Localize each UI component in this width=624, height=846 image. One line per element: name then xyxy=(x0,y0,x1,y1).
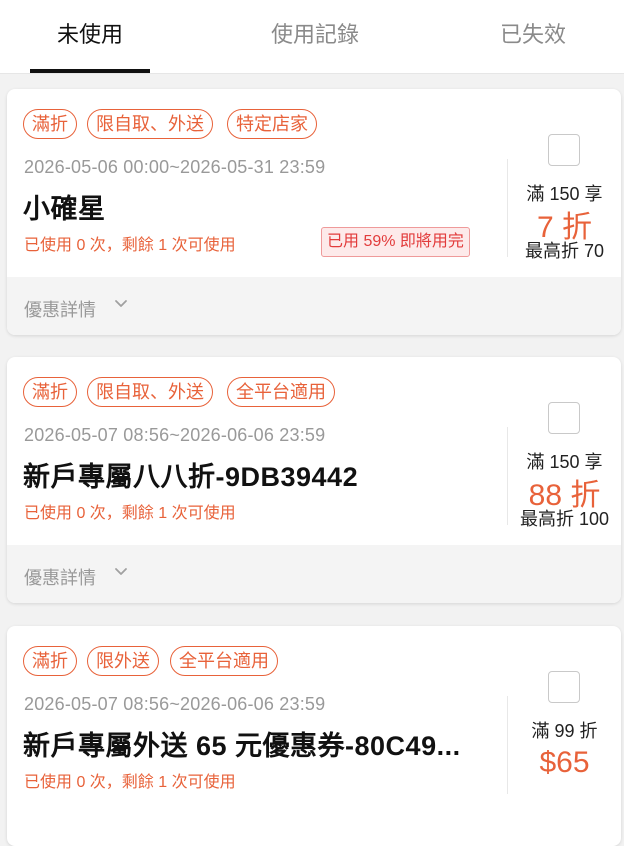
coupon-tag: 全平台適用 xyxy=(170,646,278,676)
chevron-down-icon xyxy=(115,568,127,575)
coupon-checkbox[interactable] xyxy=(548,134,580,166)
coupon-title: 新戶專屬外送 65 元優惠券-80C49... xyxy=(23,731,461,761)
coupon-card[interactable]: 滿折 限自取、外送 全平台適用 2026-05-07 08:56~2026-06… xyxy=(7,357,621,603)
active-tab-indicator xyxy=(30,69,150,73)
coupon-validity: 2026-05-07 08:56~2026-06-06 23:59 xyxy=(24,694,326,714)
coupon-tag: 滿折 xyxy=(23,646,77,676)
coupon-tag: 滿折 xyxy=(23,109,77,139)
chevron-down-icon xyxy=(115,300,127,307)
coupon-validity: 2026-05-06 00:00~2026-05-31 23:59 xyxy=(24,157,326,177)
coupon-tag: 限自取、外送 xyxy=(87,377,213,407)
coupon-usage: 已使用 0 次，剩餘 1 次可使用 xyxy=(24,774,236,791)
usage-warning-badge: 已用 59% 即將用完 xyxy=(321,227,470,257)
tab-expired[interactable]: 已失效 xyxy=(470,0,596,72)
coupon-checkbox[interactable] xyxy=(548,671,580,703)
details-label: 優惠詳情 xyxy=(24,300,96,320)
coupon-card[interactable]: 滿折 限外送 全平台適用 2026-05-07 08:56~2026-06-06… xyxy=(7,626,621,846)
coupon-title: 小確星 xyxy=(23,194,106,224)
coupon-tag: 限外送 xyxy=(87,646,159,676)
coupon-tag: 特定店家 xyxy=(227,109,317,139)
coupon-checkbox[interactable] xyxy=(548,402,580,434)
coupon-usage: 已使用 0 次，剩餘 1 次可使用 xyxy=(24,237,236,254)
coupon-tag: 限自取、外送 xyxy=(87,109,213,139)
coupon-discount-value: $65 xyxy=(539,746,590,779)
coupon-details-toggle[interactable]: 優惠詳情 xyxy=(7,545,621,603)
coupon-tag: 全平台適用 xyxy=(227,377,335,407)
coupon-details-toggle[interactable]: 優惠詳情 xyxy=(7,277,621,335)
coupon-condition: 滿 99 折 xyxy=(531,721,598,741)
tab-bar: 未使用 使用記錄 已失效 xyxy=(0,0,624,74)
coupon-max-discount: 最高折 100 xyxy=(519,509,610,529)
coupon-tag: 滿折 xyxy=(23,377,77,407)
coupon-max-discount: 最高折 70 xyxy=(524,241,605,261)
tab-unused[interactable]: 未使用 xyxy=(30,0,150,72)
details-label: 優惠詳情 xyxy=(24,568,96,588)
coupon-title: 新戶專屬八八折-9DB39442 xyxy=(23,462,359,492)
coupon-card[interactable]: 滿折 限自取、外送 特定店家 2026-05-06 00:00~2026-05-… xyxy=(7,89,621,335)
coupon-usage: 已使用 0 次，剩餘 1 次可使用 xyxy=(24,505,236,522)
tab-usage-history[interactable]: 使用記錄 xyxy=(240,0,390,72)
coupon-validity: 2026-05-07 08:56~2026-06-06 23:59 xyxy=(24,425,326,445)
